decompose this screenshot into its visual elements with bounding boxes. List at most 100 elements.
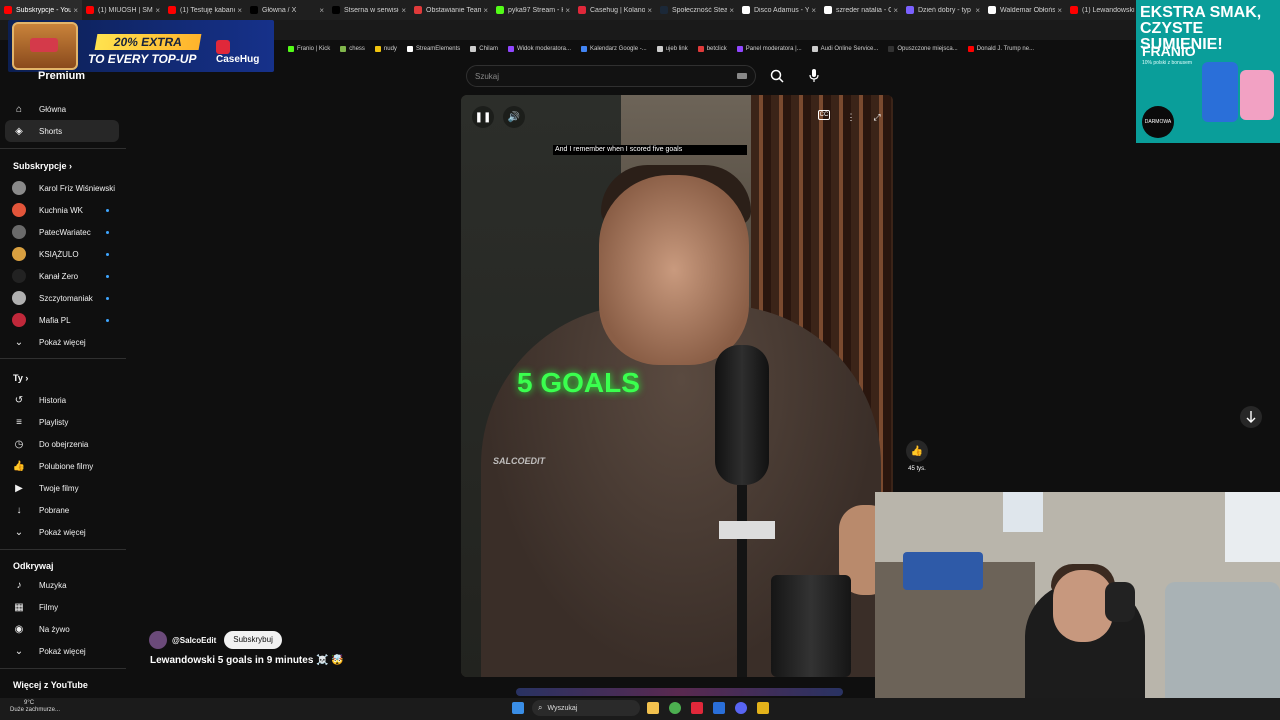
- close-icon[interactable]: ×: [975, 6, 980, 15]
- next-short-button[interactable]: [1240, 406, 1262, 428]
- bookmark-item[interactable]: chess: [340, 46, 365, 52]
- subscription-item[interactable]: Karol Friz Wiśniewski: [5, 177, 119, 199]
- app-icon[interactable]: [691, 702, 703, 714]
- bookmark-item[interactable]: Panel moderatora |...: [736, 46, 802, 52]
- sidebar-item-liked[interactable]: 👍 Polubione filmy: [5, 455, 119, 477]
- sidebar-item-history[interactable]: ↺ Historia: [5, 389, 119, 411]
- discord-icon[interactable]: [735, 702, 747, 714]
- promo-banner[interactable]: 20% EXTRA TO EVERY TOP-UP CaseHug: [8, 20, 274, 72]
- browser-tab[interactable]: Główna / X ×: [246, 0, 328, 20]
- more-from-youtube-header[interactable]: Więcej z YouTube: [13, 680, 88, 690]
- fullscreen-button[interactable]: ⤢: [870, 110, 884, 124]
- advertisement[interactable]: EKSTRA SMAK, CZYSTE SUMIENIE! FRANIO 10%…: [1136, 0, 1280, 143]
- close-icon[interactable]: ×: [483, 6, 488, 15]
- subscription-item[interactable]: PatecWariatec: [5, 221, 119, 243]
- browser-tab[interactable]: Stserna w serwisie ×: [328, 0, 410, 20]
- sidebar-item-label: KSIĄŻULO: [39, 249, 79, 259]
- close-icon[interactable]: ×: [401, 6, 406, 15]
- sidebar-item-download[interactable]: ↓ Pobrane: [5, 499, 119, 521]
- like-button[interactable]: 👍: [906, 440, 928, 462]
- bookmark-item[interactable]: ujeb link: [656, 46, 688, 52]
- taskbar-search[interactable]: ⌕ Wyszukaj: [532, 700, 640, 716]
- subscription-item[interactable]: Mafia PL: [5, 309, 119, 331]
- bookmark-label: nudy: [383, 46, 397, 52]
- close-icon[interactable]: ×: [237, 6, 242, 15]
- you-header[interactable]: Ty ›: [13, 373, 28, 383]
- search-button[interactable]: [764, 65, 790, 87]
- browser-tab[interactable]: (1) Testuję kabanosy×: [164, 0, 246, 20]
- browser-tab[interactable]: Casehug | Kolano ×: [574, 0, 656, 20]
- close-icon[interactable]: ×: [73, 6, 78, 15]
- search-box[interactable]: Szukaj: [466, 65, 756, 87]
- app-icon[interactable]: [757, 702, 769, 714]
- voice-search-button[interactable]: [803, 65, 825, 87]
- browser-tab[interactable]: Dzień dobry - typ ×: [902, 0, 984, 20]
- subscribe-button[interactable]: Subskrybuj: [224, 631, 282, 649]
- browser-tab[interactable]: (1) MIUOSH | SMUGGLERS×: [82, 0, 164, 20]
- browser-tab[interactable]: Społeczność Steam×: [656, 0, 738, 20]
- browser-tab[interactable]: Waldemar Obłoński ×: [984, 0, 1066, 20]
- bookmark-item[interactable]: Chilam: [470, 46, 498, 52]
- show-more-button[interactable]: ⌄ Pokaż więcej: [5, 521, 119, 543]
- close-icon[interactable]: ×: [155, 6, 160, 15]
- sidebar-item-music[interactable]: ♪ Muzyka: [5, 574, 119, 596]
- app-icon[interactable]: [713, 702, 725, 714]
- sidebar-item-home[interactable]: ⌂ Główna: [5, 98, 119, 120]
- close-icon[interactable]: ×: [729, 6, 734, 15]
- sidebar-item-watch-later[interactable]: ◷ Do obejrzenia: [5, 433, 119, 455]
- browser-tab[interactable]: Disco Adamus - YouTube×: [738, 0, 820, 20]
- pause-button[interactable]: ❚❚: [472, 106, 494, 128]
- browser-tab[interactable]: Obstawianie Team ×: [410, 0, 492, 20]
- close-icon[interactable]: ×: [565, 6, 570, 15]
- chevron-right-icon: ›: [25, 373, 29, 383]
- bookmark-item[interactable]: nudy: [374, 46, 397, 52]
- explore-header[interactable]: Odkrywaj: [13, 561, 54, 571]
- channel-avatar[interactable]: [149, 631, 167, 649]
- tab-favicon-icon: [906, 6, 914, 14]
- sidebar-item-movies[interactable]: ▦ Filmy: [5, 596, 119, 618]
- close-icon[interactable]: ×: [647, 6, 652, 15]
- bookmark-item[interactable]: Franio | Kick: [288, 46, 330, 52]
- show-more-button[interactable]: ⌄ Pokaż więcej: [5, 640, 119, 662]
- bookmark-item[interactable]: Kalendarz Google -...: [581, 46, 647, 52]
- tab-label: (1) Lewandowski: [1082, 6, 1135, 14]
- subscription-item[interactable]: KSIĄŻULO: [5, 243, 119, 265]
- sidebar-item-shorts[interactable]: ◈ Shorts: [5, 120, 119, 142]
- sidebar-item-your-videos[interactable]: ▶ Twoje filmy: [5, 477, 119, 499]
- show-more-button[interactable]: ⌄ Pokaż więcej: [5, 331, 119, 353]
- browser-tab[interactable]: Subskrypcje - YouTube×: [0, 0, 82, 20]
- search-input[interactable]: Szukaj: [475, 72, 737, 81]
- volume-button[interactable]: 🔊: [503, 106, 525, 128]
- more-options-button[interactable]: ⋮: [844, 110, 858, 124]
- subscriptions-header[interactable]: Subskrypcje ›: [13, 161, 72, 171]
- bookmark-item[interactable]: StreamElements: [406, 46, 460, 52]
- bookmark-favicon-icon: [697, 46, 704, 52]
- subscription-item[interactable]: Szczytomaniak: [5, 287, 119, 309]
- shorts-video-player[interactable]: And I remember when I scored five goals …: [461, 95, 893, 677]
- bookmark-item[interactable]: Widok moderatora...: [507, 46, 571, 52]
- browser-tab[interactable]: pyka97 Stream - Kick×: [492, 0, 574, 20]
- subscription-item[interactable]: Kuchnia WK: [5, 199, 119, 221]
- weather-widget[interactable]: 9°C Duże zachmurze...: [10, 700, 60, 714]
- chrome-icon[interactable]: [669, 702, 681, 714]
- close-icon[interactable]: ×: [893, 6, 898, 15]
- keyboard-icon[interactable]: [737, 73, 747, 79]
- bookmark-item[interactable]: Opuszczone miejsca...: [888, 46, 958, 52]
- browser-tab[interactable]: szreder natalia - Google×: [820, 0, 902, 20]
- window-background: [1003, 492, 1043, 532]
- bookmark-favicon-icon: [507, 46, 514, 52]
- subscription-item[interactable]: Kanał Zero: [5, 265, 119, 287]
- sidebar-item-live[interactable]: ◉ Na żywo: [5, 618, 119, 640]
- bookmark-item[interactable]: Audi Online Service...: [811, 46, 878, 52]
- youtube-premium-logo[interactable]: Premium: [38, 70, 85, 82]
- sidebar-item-playlists[interactable]: ≡ Playlisty: [5, 411, 119, 433]
- close-icon[interactable]: ×: [1057, 6, 1062, 15]
- windows-start-icon[interactable]: [512, 702, 524, 714]
- close-icon[interactable]: ×: [811, 6, 816, 15]
- close-icon[interactable]: ×: [319, 6, 324, 15]
- captions-button[interactable]: CC: [818, 110, 830, 120]
- file-explorer-icon[interactable]: [647, 702, 659, 714]
- channel-name[interactable]: @SalcoEdit: [172, 636, 216, 645]
- bookmark-item[interactable]: Donald J. Trump ne...: [967, 46, 1034, 52]
- bookmark-item[interactable]: betclick: [697, 46, 727, 52]
